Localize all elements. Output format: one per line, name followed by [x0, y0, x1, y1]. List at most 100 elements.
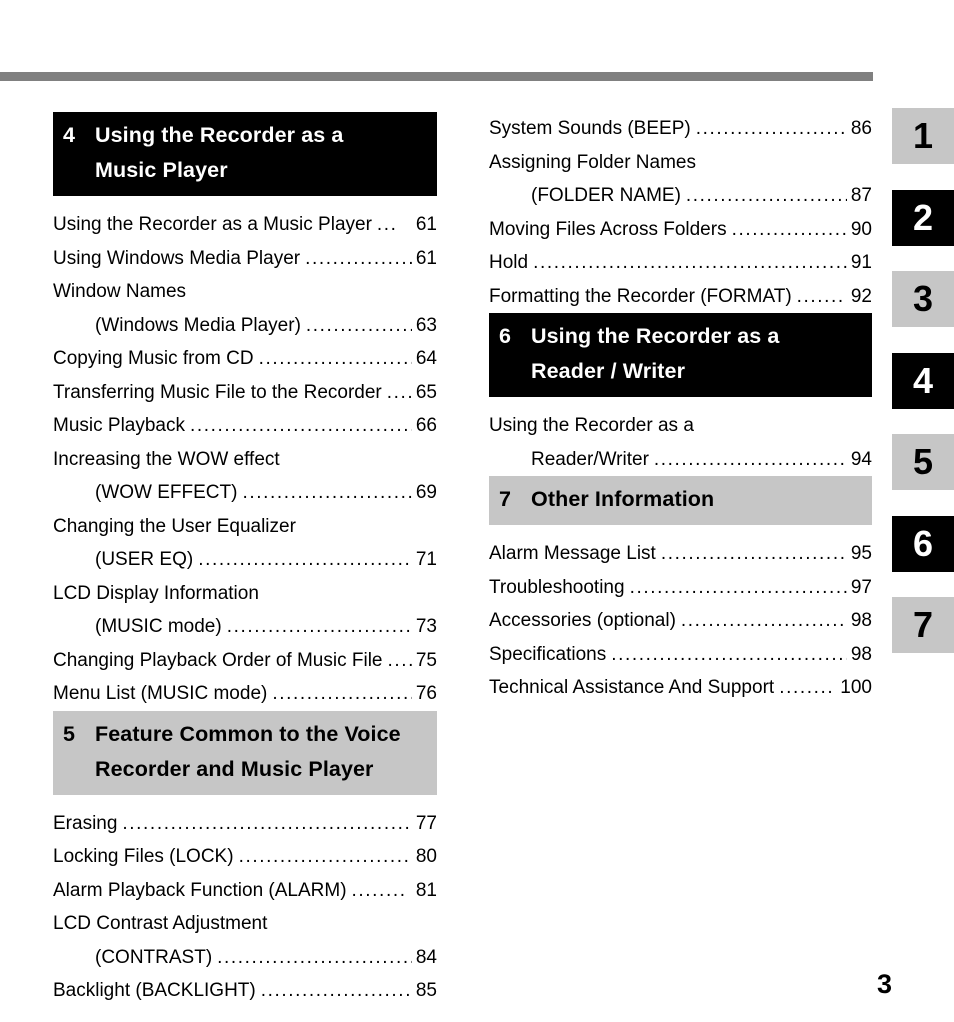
toc-entry[interactable]: (MUSIC mode)............................…	[53, 610, 437, 644]
toc-entry[interactable]: Using the Recorder as a Music Player... 6…	[53, 208, 437, 242]
chapter-heading-line: 4 Using the Recorder as a	[53, 118, 437, 153]
chapter-number: 4	[63, 123, 76, 147]
toc-dot-leader: ...................	[305, 314, 412, 336]
chapter-heading-text: Feature Common to the Voice	[95, 721, 401, 746]
chapter-tab-4[interactable]: 4	[892, 352, 954, 409]
toc-entry[interactable]: Alarm Playback Function (ALARM)........ 8…	[53, 874, 437, 908]
toc-entry[interactable]: Reader/Writer...........................…	[489, 443, 872, 477]
toc-entry-page: 76	[415, 683, 437, 704]
chapter-tab-3[interactable]: 3	[892, 271, 954, 327]
toc-dot-leader: ........................................…	[122, 812, 412, 834]
toc-entry-title: (CONTRAST)	[95, 946, 213, 968]
toc-dot-leader: .............................	[680, 610, 847, 631]
toc-entry[interactable]: (FOLDER NAME)...........................…	[489, 179, 872, 213]
chapter-tab-2[interactable]: 2	[892, 189, 954, 246]
toc-entry-page: 77	[415, 812, 437, 834]
toc-entry-group: Alarm Message List......................…	[489, 537, 872, 705]
toc-entry[interactable]: Increasing the WOW effect	[53, 443, 437, 477]
toc-dot-leader: ..........................	[258, 348, 412, 369]
toc-entry-page: 81	[415, 879, 437, 901]
toc-entry-page: 63	[415, 314, 437, 336]
toc-entry[interactable]: Hold....................................…	[489, 246, 872, 280]
toc-entry-title: Alarm Message List	[489, 543, 656, 564]
toc-entry[interactable]: Technical Assistance And Support........…	[489, 671, 872, 705]
toc-entry[interactable]: LCD Contrast Adjustment	[53, 907, 437, 941]
toc-entry-page: 100	[840, 677, 872, 698]
chapter-heading-6: 6 Using the Recorder as a Reader / Writer	[489, 313, 872, 397]
toc-entry-page: 98	[850, 643, 872, 665]
toc-entry-title: Formatting the Recorder (FORMAT)	[489, 285, 792, 307]
toc-entry[interactable]: (USER EQ)...............................…	[53, 543, 437, 577]
toc-entry[interactable]: LCD Display Information	[53, 577, 437, 611]
toc-entry-title: Reader/Writer	[531, 448, 649, 470]
toc-entry-page: 71	[415, 549, 437, 570]
toc-entry-page: 61	[415, 214, 437, 235]
toc-entry[interactable]: Accessories (optional)..................…	[489, 604, 872, 638]
chapter-heading-text: Other Information	[531, 487, 715, 511]
chapter-heading-text: Using the Recorder as a	[531, 324, 780, 348]
toc-entry[interactable]: Using Windows Media Player..............…	[53, 242, 437, 276]
toc-entry-title: Copying Music from CD	[53, 348, 254, 369]
toc-entry-page: 73	[415, 616, 437, 637]
toc-entry[interactable]: Window Names	[53, 275, 437, 309]
toc-entry-group: Erasing.................................…	[53, 807, 437, 1008]
toc-entry[interactable]: Moving Files Across Folders.............…	[489, 213, 872, 247]
toc-entry[interactable]: Specifications..........................…	[489, 638, 872, 672]
chapter-heading-text: Recorder and Music Player	[95, 756, 374, 781]
chapter-heading-line: Recorder and Music Player	[53, 752, 437, 787]
toc-entry[interactable]: Music Playback..........................…	[53, 409, 437, 443]
chapter-heading-line: 5 Feature Common to the Voice	[53, 717, 437, 752]
chapter-tab-1[interactable]: 1	[892, 108, 954, 164]
toc-dot-leader: ........................................	[198, 549, 412, 570]
toc-entry-title: Hold	[489, 252, 529, 273]
toc-dot-leader: ....................................	[653, 448, 847, 470]
toc-entry-title: Window Names	[53, 281, 187, 302]
chapter-tab-5[interactable]: 5	[892, 434, 954, 490]
toc-entry[interactable]: Assigning Folder Names	[489, 146, 872, 180]
toc-entry[interactable]: Transferring Music File to the Recorder.…	[53, 376, 437, 410]
toc-dot-leader: ..................................	[226, 616, 412, 637]
toc-entry-title: (WOW EFFECT)	[95, 482, 238, 503]
toc-entry[interactable]: Using the Recorder as a	[489, 409, 872, 443]
toc-entry-page: 85	[415, 980, 437, 1001]
toc-entry[interactable]: (CONTRAST)..............................…	[53, 941, 437, 975]
toc-dot-leader: ........	[351, 879, 407, 901]
toc-dot-leader: .......	[796, 285, 845, 307]
toc-entry-title: LCD Contrast Adjustment	[53, 913, 268, 934]
chapter-heading-4: 4 Using the Recorder as a Music Player	[53, 112, 437, 196]
toc-entry-page: 98	[850, 610, 872, 631]
toc-entry[interactable]: Locking Files (LOCK)....................…	[53, 840, 437, 874]
toc-dot-leader: ..............................	[685, 185, 847, 206]
chapter-tab-7[interactable]: 7	[892, 597, 954, 653]
toc-entry[interactable]: Copying Music from CD...................…	[53, 342, 437, 376]
chapter-tab-6[interactable]: 6	[892, 515, 954, 572]
toc-entry[interactable]: Menu List (MUSIC mode)..................…	[53, 677, 437, 711]
toc-entry[interactable]: Changing the User Equalizer	[53, 510, 437, 544]
chapter-heading-text: Reader / Writer	[531, 359, 686, 383]
toc-entry-page: 61	[415, 247, 437, 269]
toc-entry-group: Using the Recorder as a Music Player... 6…	[53, 208, 437, 711]
toc-entry-page: 87	[850, 185, 872, 206]
header-rule	[0, 72, 873, 81]
toc-entry-title: Using the Recorder as a Music Player	[53, 214, 372, 235]
chapter-heading-5: 5 Feature Common to the Voice Recorder and…	[53, 710, 437, 795]
toc-entry-page: 69	[415, 482, 437, 503]
chapter-heading-text: Using the Recorder as a	[95, 123, 344, 147]
toc-dot-leader: ....	[387, 649, 411, 671]
toc-entry[interactable]: Alarm Message List......................…	[489, 537, 872, 571]
toc-entry[interactable]: Backlight (BACKLIGHT)...................…	[53, 974, 437, 1008]
toc-entry[interactable]: (WOW EFFECT)............................…	[53, 476, 437, 510]
toc-entry[interactable]: Troubleshooting.........................…	[489, 571, 872, 605]
toc-entry-page: 86	[850, 118, 872, 139]
toc-entry-title: Locking Files (LOCK)	[53, 846, 234, 867]
toc-entry[interactable]: Formatting the Recorder (FORMAT)....... 9…	[489, 280, 872, 314]
chapter-heading-line: Music Player	[53, 153, 437, 188]
toc-entry[interactable]: (Windows Media Player)..................…	[53, 309, 437, 343]
toc-dot-leader: ........................................…	[533, 252, 847, 273]
toc-entry[interactable]: System Sounds (BEEP)....................…	[489, 112, 872, 146]
toc-entry-title: Changing Playback Order of Music File	[53, 649, 383, 671]
toc-dot-leader: ........	[779, 677, 835, 698]
toc-entry[interactable]: Erasing.................................…	[53, 807, 437, 841]
toc-entry[interactable]: Changing Playback Order of Music File...…	[53, 644, 437, 678]
toc-entry-title: Changing the User Equalizer	[53, 515, 296, 537]
